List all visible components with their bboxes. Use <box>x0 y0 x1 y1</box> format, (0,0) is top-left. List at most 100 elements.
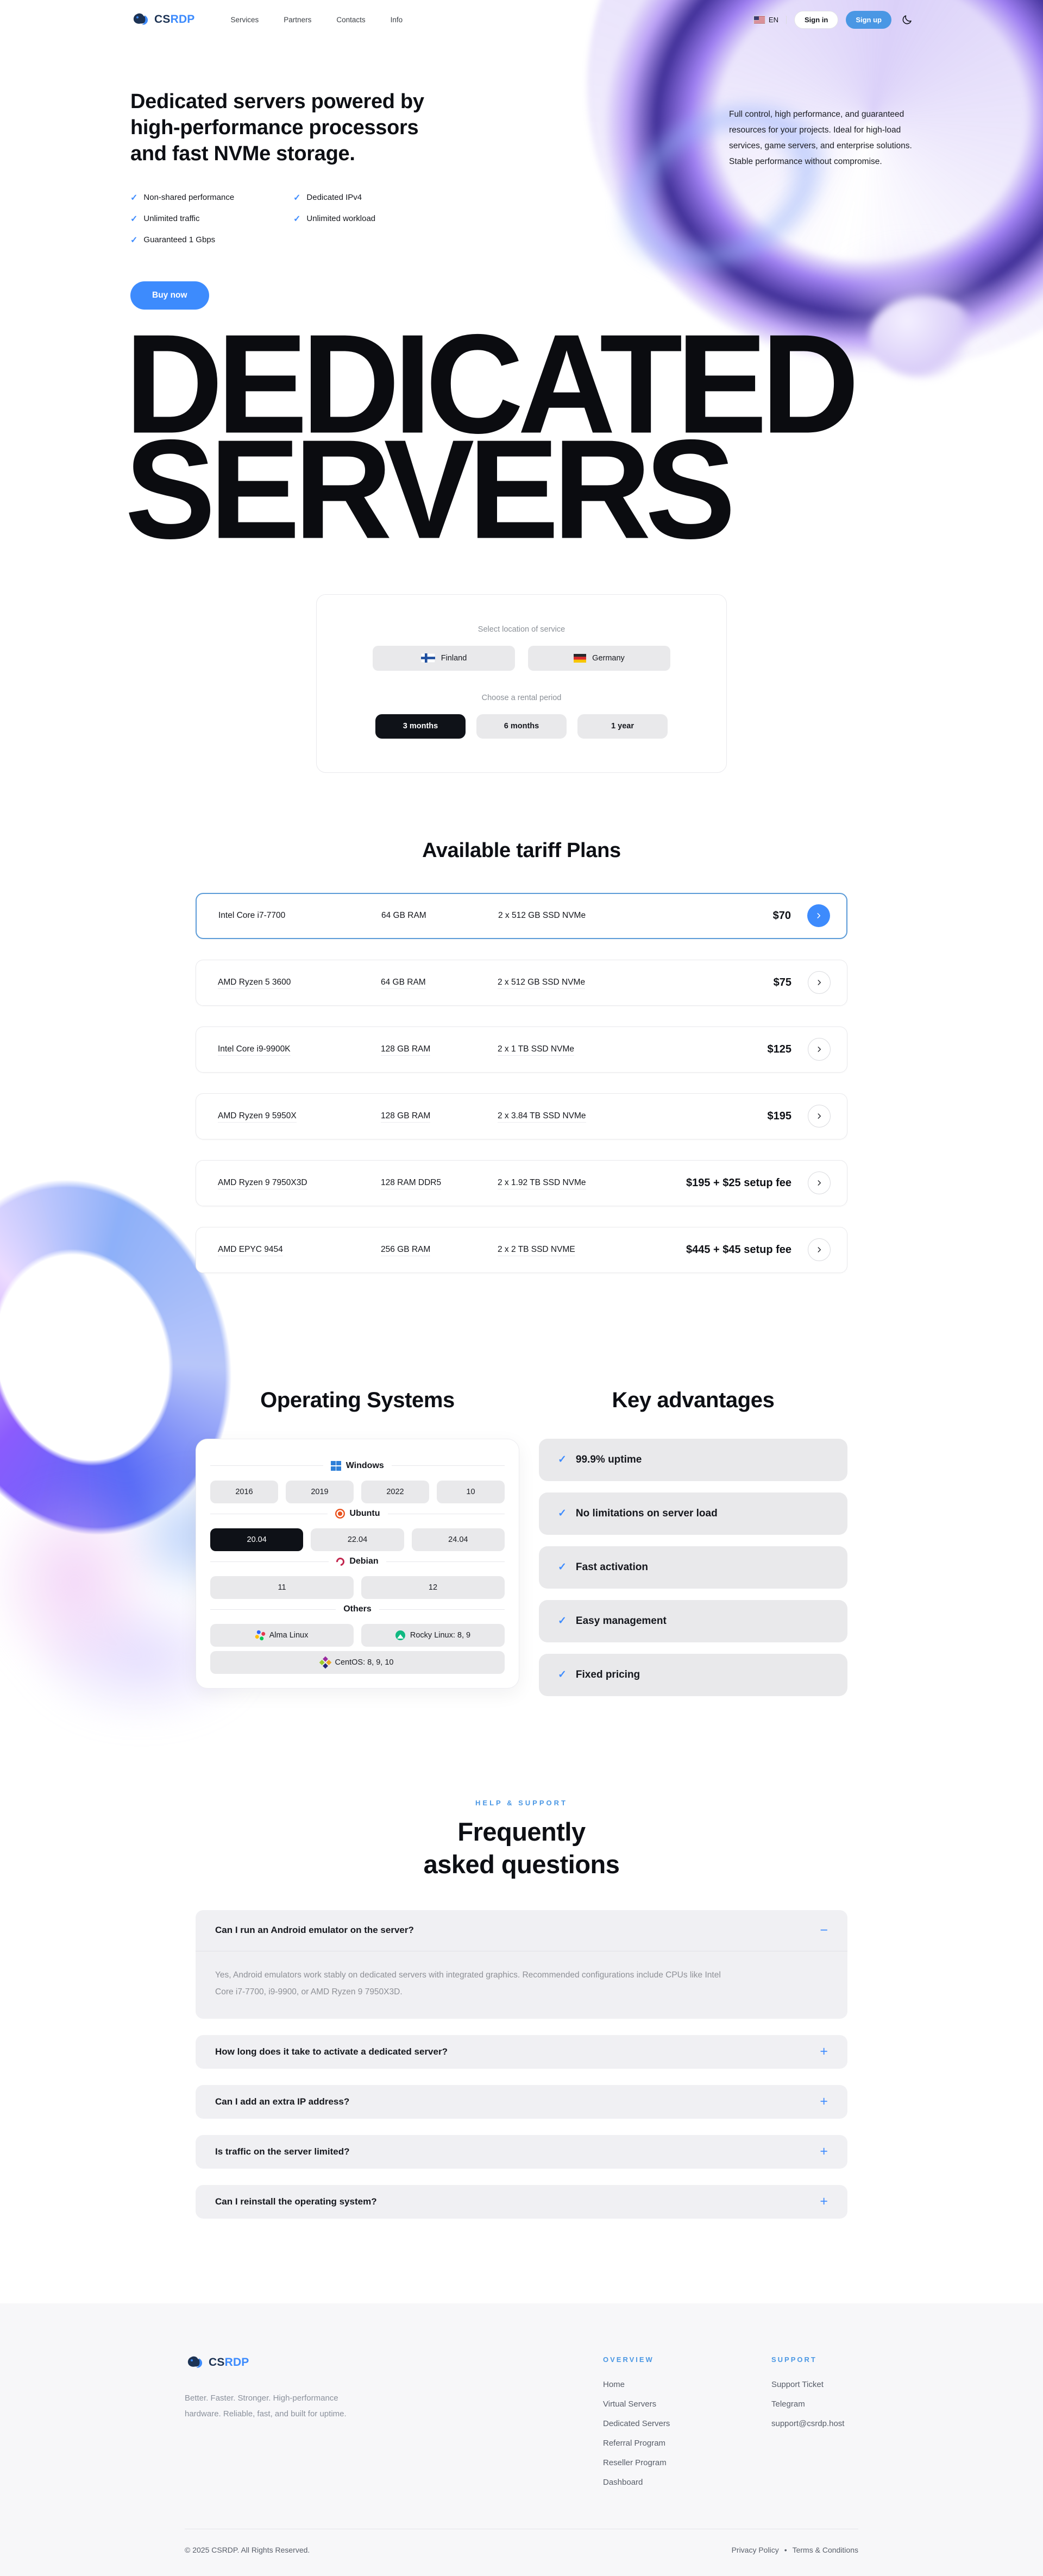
location-label: Select location of service <box>317 625 726 634</box>
terms-link[interactable]: Terms & Conditions <box>793 2546 858 2554</box>
tariff-price: $445 + $45 setup fee <box>686 1244 791 1256</box>
tariff-open-button[interactable] <box>808 1172 831 1194</box>
faq-section: HELP & SUPPORT Frequently asked question… <box>196 1799 847 2219</box>
footer-link-telegram[interactable]: Telegram <box>771 2399 858 2409</box>
tariff-storage: 2 x 1 TB SSD NVMe <box>498 1044 768 1054</box>
footer-overview-heading: OVERVIEW <box>603 2355 771 2364</box>
nav-info[interactable]: Info <box>391 16 403 24</box>
windows-icon <box>331 1461 341 1471</box>
footer-overview-links: Home Virtual Servers Dedicated Servers R… <box>603 2380 771 2487</box>
tariff-row[interactable]: Intel Core i7-7700 64 GB RAM 2 x 512 GB … <box>196 893 847 939</box>
period-1-year-button[interactable]: 1 year <box>577 714 668 739</box>
os-option-rocky-linux[interactable]: Rocky Linux: 8, 9 <box>361 1624 505 1647</box>
os-group-debian: Debian <box>210 1557 505 1566</box>
nav-partners[interactable]: Partners <box>284 16 311 24</box>
faq-title: Frequently asked questions <box>196 1816 847 1881</box>
privacy-policy-link[interactable]: Privacy Policy <box>732 2546 779 2554</box>
check-icon: ✓ <box>130 192 137 203</box>
faq-question[interactable]: Is traffic on the server limited? + <box>196 2135 847 2169</box>
tariff-open-button[interactable] <box>808 1238 831 1261</box>
footer-link-virtual-servers[interactable]: Virtual Servers <box>603 2399 771 2409</box>
tariff-open-button[interactable] <box>808 1105 831 1128</box>
expand-icon[interactable]: + <box>820 2045 828 2058</box>
tariff-open-button[interactable] <box>807 904 830 927</box>
footer-link-support-email[interactable]: support@csrdp.host <box>771 2419 858 2428</box>
language-switcher[interactable]: EN <box>754 16 778 24</box>
tariff-row[interactable]: AMD EPYC 9454 256 GB RAM 2 x 2 TB SSD NV… <box>196 1227 847 1273</box>
tariff-cpu: AMD Ryzen 9 5950X <box>218 1111 381 1121</box>
hero-description: Full control, high performance, and guar… <box>729 106 913 310</box>
tariff-row[interactable]: AMD Ryzen 5 3600 64 GB RAM 2 x 512 GB SS… <box>196 960 847 1006</box>
tariff-row[interactable]: AMD Ryzen 9 7950X3D 128 RAM DDR5 2 x 1.9… <box>196 1160 847 1206</box>
tariff-storage: 2 x 3.84 TB SSD NVMe <box>498 1111 768 1121</box>
footer-logo[interactable]: CSRDP <box>185 2355 413 2370</box>
os-option-ubuntu-2404[interactable]: 24.04 <box>412 1528 505 1551</box>
tariff-row[interactable]: Intel Core i9-9900K 128 GB RAM 2 x 1 TB … <box>196 1026 847 1073</box>
legal-separator: • <box>784 2546 787 2554</box>
faq-question[interactable]: Can I add an extra IP address? + <box>196 2085 847 2119</box>
faq-question[interactable]: Can I reinstall the operating system? + <box>196 2185 847 2219</box>
os-option-ubuntu-2204[interactable]: 22.04 <box>311 1528 404 1551</box>
footer-link-dashboard[interactable]: Dashboard <box>603 2478 771 2487</box>
check-icon: ✓ <box>558 1507 567 1520</box>
tariff-open-button[interactable] <box>808 1038 831 1061</box>
period-3-months-button[interactable]: 3 months <box>375 714 466 739</box>
advantages-title: Key advantages <box>539 1388 847 1413</box>
collapse-icon[interactable]: − <box>820 1924 828 1937</box>
ubuntu-icon <box>335 1509 345 1519</box>
advantage-item: ✓99.9% uptime <box>539 1439 847 1481</box>
expand-icon[interactable]: + <box>820 2195 828 2208</box>
nav-contacts[interactable]: Contacts <box>336 16 365 24</box>
os-option-windows-10[interactable]: 10 <box>437 1481 505 1503</box>
header-divider <box>786 16 787 24</box>
brand-logo[interactable]: CSRDP <box>130 12 195 27</box>
expand-icon[interactable]: + <box>820 2095 828 2108</box>
tariff-price: $75 <box>774 977 791 989</box>
os-option-debian-12[interactable]: 12 <box>361 1576 505 1599</box>
footer-link-referral-program[interactable]: Referral Program <box>603 2439 771 2448</box>
os-option-debian-11[interactable]: 11 <box>210 1576 354 1599</box>
sign-up-button[interactable]: Sign up <box>846 11 891 29</box>
check-icon: ✓ <box>130 235 137 245</box>
chevron-right-icon <box>815 912 822 919</box>
location-germany-button[interactable]: Germany <box>528 646 670 671</box>
footer-link-dedicated-servers[interactable]: Dedicated Servers <box>603 2419 771 2428</box>
feature-item: ✓Dedicated IPv4 <box>293 192 456 203</box>
nav-services[interactable]: Services <box>231 16 259 24</box>
cloud-logo-icon <box>185 2355 204 2370</box>
dark-mode-toggle[interactable] <box>901 14 913 26</box>
os-advantages-section: Operating Systems Windows 2016 2019 2022… <box>196 1388 847 1708</box>
tariff-cpu: Intel Core i7-7700 <box>218 911 381 921</box>
os-title: Operating Systems <box>196 1388 519 1413</box>
tariff-row[interactable]: AMD Ryzen 9 5950X 128 GB RAM 2 x 3.84 TB… <box>196 1093 847 1139</box>
configuration-selector-card: Select location of service Finland Germa… <box>316 594 727 773</box>
check-icon: ✓ <box>558 1615 567 1627</box>
faq-question[interactable]: Can I run an Android emulator on the ser… <box>196 1910 847 1951</box>
os-option-centos[interactable]: CentOS: 8, 9, 10 <box>210 1651 505 1674</box>
os-option-windows-2019[interactable]: 2019 <box>286 1481 354 1503</box>
period-6-months-button[interactable]: 6 months <box>476 714 567 739</box>
tariff-price: $195 + $25 setup fee <box>686 1177 791 1189</box>
tariff-open-button[interactable] <box>808 971 831 994</box>
footer-link-home[interactable]: Home <box>603 2380 771 2389</box>
tariff-plans-section: Available tariff Plans Intel Core i7-770… <box>196 839 847 1273</box>
os-option-windows-2022[interactable]: 2022 <box>361 1481 429 1503</box>
faq-item: Can I run an Android emulator on the ser… <box>196 1910 847 2019</box>
faq-question[interactable]: How long does it take to activate a dedi… <box>196 2035 847 2069</box>
footer-link-support-ticket[interactable]: Support Ticket <box>771 2380 858 2389</box>
tariff-cpu: AMD EPYC 9454 <box>218 1245 381 1255</box>
sign-in-button[interactable]: Sign in <box>794 11 838 29</box>
os-card: Windows 2016 2019 2022 10 Ubuntu 20.04 2… <box>196 1439 519 1689</box>
footer: CSRDP Better. Faster. Stronger. High-per… <box>0 2303 1043 2576</box>
os-option-ubuntu-2004[interactable]: 20.04 <box>210 1528 303 1551</box>
display-title-line2: SERVERS <box>125 434 918 544</box>
location-finland-button[interactable]: Finland <box>373 646 515 671</box>
expand-icon[interactable]: + <box>820 2145 828 2158</box>
os-option-windows-2016[interactable]: 2016 <box>210 1481 278 1503</box>
copyright: © 2025 CSRDP. All Rights Reserved. <box>185 2546 310 2554</box>
os-group-others: Others <box>210 1604 505 1614</box>
footer-tagline: Better. Faster. Stronger. High-performan… <box>185 2390 353 2422</box>
faq-item: Is traffic on the server limited? + <box>196 2135 847 2169</box>
footer-link-reseller-program[interactable]: Reseller Program <box>603 2458 771 2467</box>
os-option-alma-linux[interactable]: Alma Linux <box>210 1624 354 1647</box>
